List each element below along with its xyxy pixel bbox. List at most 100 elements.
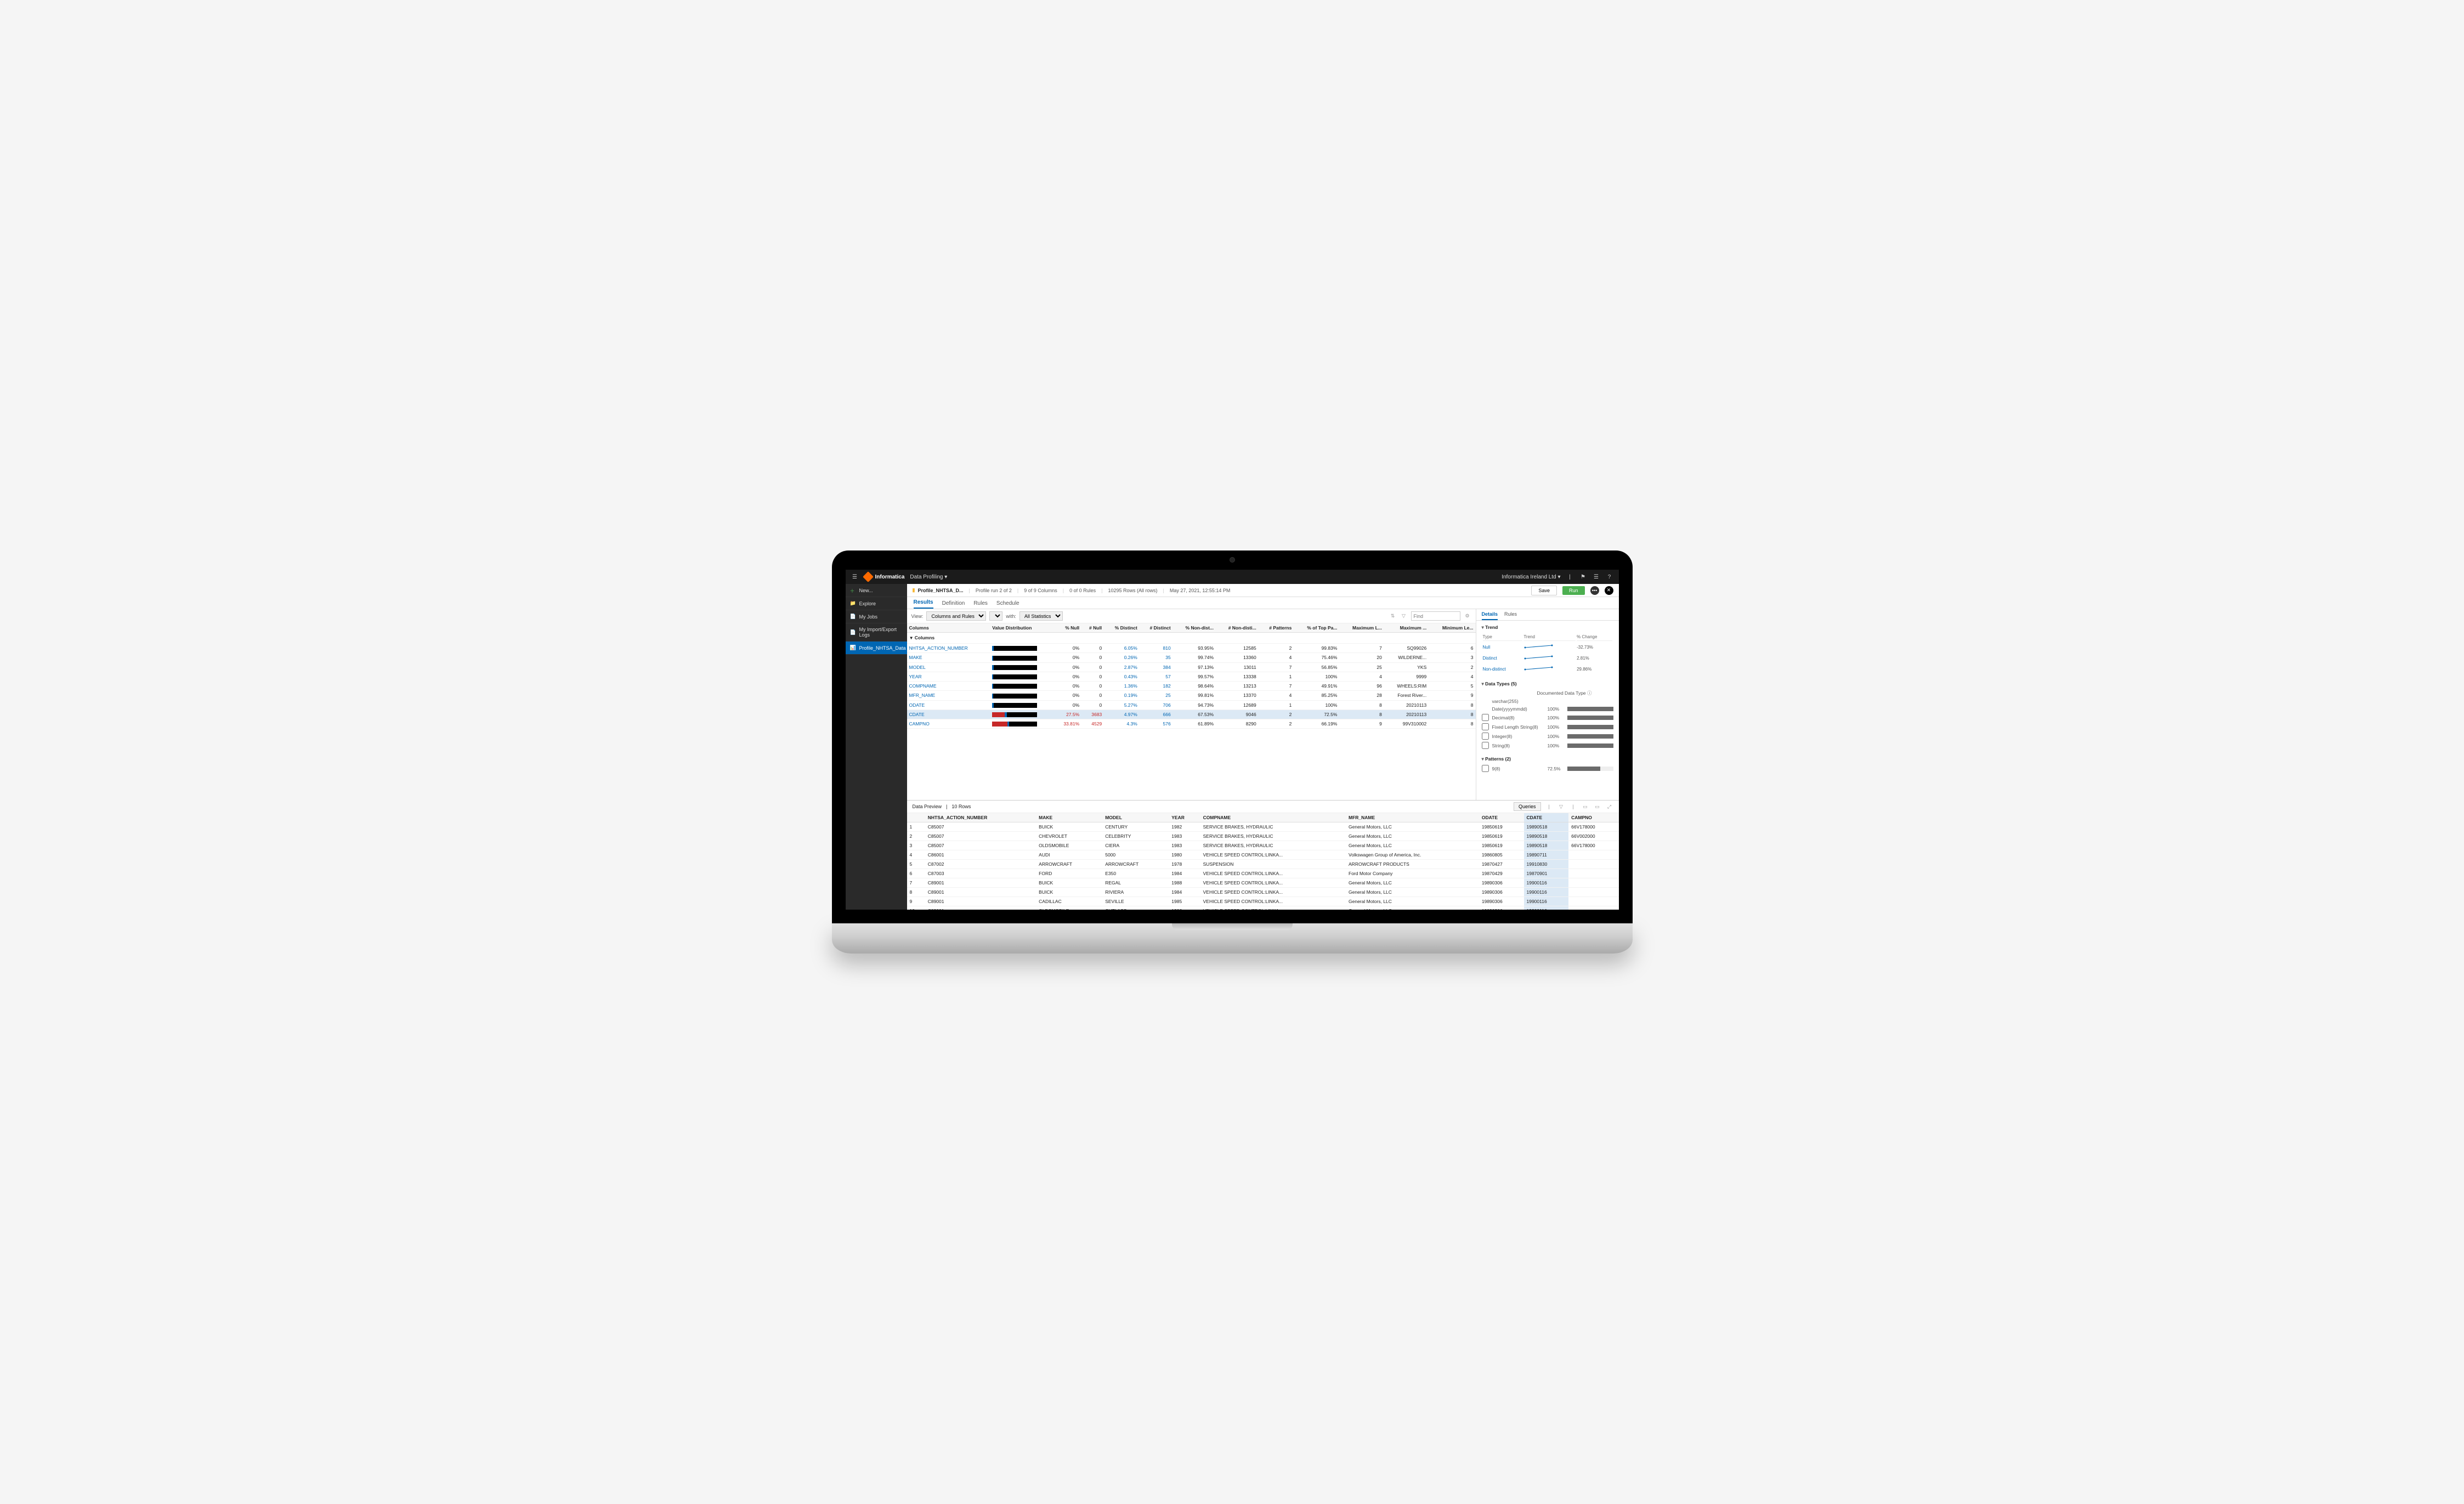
table-row[interactable]: NHTSA_ACTION_NUMBER 0% 0 6.05% 810 93.95… [907, 644, 1476, 653]
sidebar-item-0[interactable]: ＋New... [846, 584, 907, 597]
datatype-row[interactable]: Decimal(8)100% [1482, 713, 1613, 722]
find-input[interactable] [1411, 611, 1460, 621]
more-button[interactable]: ••• [1590, 586, 1599, 595]
run-button[interactable]: Run [1562, 586, 1585, 595]
view-select-2[interactable]: ▾ [989, 611, 1002, 621]
col-header[interactable]: Minimum Le... [1429, 623, 1475, 633]
tab-results[interactable]: Results [914, 599, 933, 609]
datatype-row[interactable]: Date(yyyymmdd)100% [1482, 705, 1613, 713]
preview-header[interactable]: COMPNAME [1200, 813, 1346, 822]
datatype-checkbox[interactable] [1482, 742, 1489, 749]
preview-header[interactable]: CDATE [1524, 813, 1569, 822]
trend-header[interactable]: Trend [1482, 623, 1613, 632]
with-select[interactable]: All Statistics [1019, 611, 1063, 621]
preview-header[interactable]: YEAR [1169, 813, 1200, 822]
datatype-checkbox[interactable] [1482, 714, 1489, 721]
org-dropdown[interactable]: Informatica Ireland Ltd ▾ [1502, 574, 1560, 580]
tab-rules[interactable]: Rules [973, 600, 988, 609]
col-header[interactable]: # Patterns [1259, 623, 1294, 633]
column-name[interactable]: ODATE [907, 700, 990, 710]
col-header[interactable]: Value Distribution [990, 623, 1055, 633]
sidebar-item-2[interactable]: 📄My Jobs [846, 610, 907, 623]
filter-icon[interactable]: ▽ [1400, 612, 1408, 620]
col-header[interactable]: % of Top Pa... [1294, 623, 1339, 633]
datatype-checkbox[interactable] [1482, 723, 1489, 730]
preview-header[interactable]: MODEL [1102, 813, 1169, 822]
datatype-row[interactable]: Fixed Length String(8)100% [1482, 722, 1613, 731]
table-row[interactable]: MFR_NAME 0% 0 0.19% 25 99.81% 13370 4 85… [907, 691, 1476, 700]
column-name[interactable]: YEAR [907, 672, 990, 681]
table-row[interactable]: YEAR 0% 0 0.43% 57 99.57% 13338 1 100% 4… [907, 672, 1476, 681]
preview-view2-icon[interactable]: ▭ [1594, 803, 1601, 810]
table-row[interactable]: MODEL 0% 0 2.87% 384 97.13% 13011 7 56.8… [907, 662, 1476, 672]
pattern-row[interactable]: 9(8)72.5% [1482, 764, 1613, 773]
col-header[interactable]: Columns [907, 623, 990, 633]
preview-row[interactable]: 5C87002ARROWCRAFTARROWCRAFT1978SUSPENSIO… [907, 860, 1619, 869]
help-icon[interactable]: ? [1606, 573, 1613, 581]
columns-group-header[interactable]: ▾Columns [907, 633, 1476, 644]
sidebar-item-4[interactable]: 📊Profile_NHTSA_Data✕ [846, 642, 907, 655]
preview-row[interactable]: 7C89001BUICKREGAL1988VEHICLE SPEED CONTR… [907, 878, 1619, 888]
user-icon[interactable]: ☰ [1593, 573, 1600, 581]
preview-row[interactable]: 4C86001AUDI50001980VEHICLE SPEED CONTROL… [907, 850, 1619, 860]
preview-row[interactable]: 8C89001BUICKRIVIERA1984VEHICLE SPEED CON… [907, 888, 1619, 897]
datatype-row[interactable]: Integer(8)100% [1482, 731, 1613, 741]
preview-row[interactable]: 6C87003FORDE3501984VEHICLE SPEED CONTROL… [907, 869, 1619, 878]
column-name[interactable]: MAKE [907, 653, 990, 662]
col-header[interactable]: Maximum ... [1384, 623, 1429, 633]
preview-row[interactable]: 3C85007OLDSMOBILECIERA1983SERVICE BRAKES… [907, 841, 1619, 850]
notification-icon[interactable]: | [1566, 573, 1574, 581]
datatype-row[interactable]: varchar(255) [1482, 697, 1613, 705]
datatype-checkbox[interactable] [1482, 733, 1489, 740]
preview-row[interactable]: 1C85007BUICKCENTURY1982SERVICE BRAKES, H… [907, 822, 1619, 832]
queries-button[interactable]: Queries [1514, 802, 1541, 811]
col-header[interactable]: % Null [1055, 623, 1082, 633]
pattern-checkbox[interactable] [1482, 765, 1489, 772]
preview-row[interactable]: 2C85007CHEVROLETCELEBRITY1983SERVICE BRA… [907, 832, 1619, 841]
col-header[interactable]: # Null [1081, 623, 1104, 633]
sort-icon[interactable]: ⇅ [1389, 612, 1397, 620]
table-row[interactable]: MAKE 0% 0 0.26% 35 99.74% 13360 4 75.46%… [907, 653, 1476, 662]
preview-row[interactable]: 10C89001OLDSMOBILECUTLASS1986VEHICLE SPE… [907, 906, 1619, 910]
tab-details[interactable]: Details [1482, 611, 1498, 620]
col-header[interactable]: # Distinct [1140, 623, 1173, 633]
table-row[interactable]: COMPNAME 0% 0 1.36% 182 98.64% 13213 7 4… [907, 682, 1476, 691]
preview-filter-icon[interactable]: ▽ [1557, 803, 1565, 810]
settings-icon[interactable]: ⚙ [1464, 612, 1471, 620]
datatype-row[interactable]: String(8)100% [1482, 741, 1613, 750]
preview-header[interactable]: MAKE [1036, 813, 1102, 822]
tab-schedule[interactable]: Schedule [996, 600, 1019, 609]
save-button[interactable]: Save [1531, 586, 1557, 595]
patterns-header[interactable]: Patterns (2) [1482, 754, 1613, 764]
preview-header[interactable]: MFR_NAME [1346, 813, 1479, 822]
col-header[interactable]: % Distinct [1104, 623, 1140, 633]
tab-definition[interactable]: Definition [942, 600, 965, 609]
table-row[interactable]: CDATE 27.5% 3683 4.97% 666 67.53% 9046 2… [907, 710, 1476, 719]
preview-header[interactable]: NHTSA_ACTION_NUMBER [925, 813, 1036, 822]
col-header[interactable]: # Non-disti... [1216, 623, 1259, 633]
preview-header[interactable]: CAMPNO [1568, 813, 1618, 822]
preview-maximize-icon[interactable]: ⤢ [1606, 803, 1613, 810]
service-dropdown[interactable]: Data Profiling ▾ [910, 574, 947, 580]
table-row[interactable]: ODATE 0% 0 5.27% 706 94.73% 12689 1 100%… [907, 700, 1476, 710]
sidebar-item-1[interactable]: 📁Explore [846, 597, 907, 610]
column-name[interactable]: CAMPNO [907, 719, 990, 729]
col-header[interactable]: Maximum L... [1339, 623, 1384, 633]
close-button[interactable]: ✕ [1605, 586, 1613, 595]
sidebar-item-3[interactable]: 📄My Import/Export Logs [846, 623, 907, 642]
info-icon[interactable]: ⓘ [1587, 690, 1592, 696]
flag-icon[interactable]: ⚑ [1579, 573, 1587, 581]
view-select[interactable]: Columns and Rules [926, 611, 986, 621]
menu-icon[interactable]: ☰ [851, 573, 859, 581]
column-name[interactable]: NHTSA_ACTION_NUMBER [907, 644, 990, 653]
table-row[interactable]: CAMPNO 33.81% 4529 4.3% 576 61.89% 8290 … [907, 719, 1476, 729]
column-name[interactable]: MFR_NAME [907, 691, 990, 700]
preview-row[interactable]: 9C89001CADILLACSEVILLE1985VEHICLE SPEED … [907, 897, 1619, 906]
column-name[interactable]: CDATE [907, 710, 990, 719]
column-name[interactable]: MODEL [907, 662, 990, 672]
datatypes-header[interactable]: Data Types (5) [1482, 679, 1613, 689]
preview-view1-icon[interactable]: ▭ [1582, 803, 1589, 810]
col-header[interactable]: % Non-dist... [1173, 623, 1216, 633]
column-name[interactable]: COMPNAME [907, 682, 990, 691]
tab-rules-right[interactable]: Rules [1504, 611, 1517, 620]
